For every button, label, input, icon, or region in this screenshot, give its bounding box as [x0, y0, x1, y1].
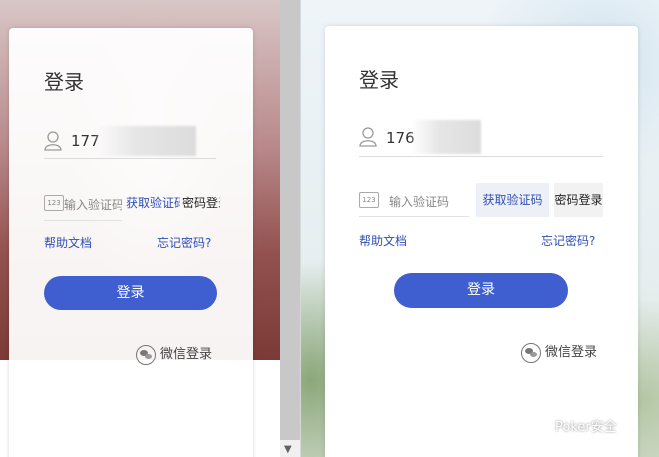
watermark-text: Poker安全	[555, 420, 617, 435]
code-input[interactable]: 123 输入验证码	[359, 184, 469, 217]
scrollbar-thumb[interactable]	[280, 0, 300, 440]
user-icon	[359, 127, 377, 147]
wechat-login[interactable]: 微信登录	[136, 343, 212, 365]
phone-field[interactable]: 176	[359, 120, 603, 157]
wechat-icon	[521, 342, 541, 363]
right-screenshot-pane: 登录 176 123 输入验证码 获取验证码 密码登录 帮助文档 忘记密码? 登…	[300, 0, 659, 457]
login-button[interactable]: 登录	[44, 276, 217, 310]
code-placeholder: 输入验证码	[389, 195, 450, 209]
login-button[interactable]: 登录	[394, 273, 568, 308]
forgot-password-link[interactable]: 忘记密码?	[157, 234, 211, 251]
wechat-icon	[136, 344, 156, 365]
password-login-button[interactable]: 密码登录	[182, 194, 220, 212]
redaction-blur	[96, 126, 196, 156]
wechat-watermark-icon	[533, 419, 551, 436]
forgot-password-link[interactable]: 忘记密码?	[541, 232, 595, 249]
keypad-icon: 123	[44, 195, 64, 211]
watermark: Poker安全	[533, 416, 617, 436]
vertical-scrollbar[interactable]: ▼	[280, 0, 300, 457]
login-card-right: 登录 176 123 输入验证码 获取验证码 密码登录 帮助文档 忘记密码? 登…	[325, 26, 638, 457]
phone-field[interactable]: 177	[44, 126, 216, 159]
help-docs-link[interactable]: 帮助文档	[359, 232, 407, 249]
wechat-login-label: 微信登录	[160, 347, 213, 362]
code-input[interactable]: 123 输入验证码	[44, 190, 122, 221]
get-code-button[interactable]: 获取验证码	[126, 194, 180, 212]
login-card-left: 登录 177 123 输入验证码 获取验证码 密码登录 帮助文档 忘记密码? 登…	[9, 28, 253, 457]
scroll-down-arrow-icon[interactable]: ▼	[284, 444, 292, 455]
get-code-button[interactable]: 获取验证码	[476, 183, 549, 217]
wechat-login-label: 微信登录	[545, 345, 598, 360]
help-docs-link[interactable]: 帮助文档	[44, 234, 92, 251]
left-screenshot-pane: ▼ 登录 177 123 输入验证码 获取验证码 密码登录 帮助文档 忘记密码?…	[0, 0, 300, 457]
code-placeholder: 输入验证码	[64, 198, 122, 212]
login-title: 登录	[44, 70, 84, 94]
redaction-blur	[411, 120, 481, 154]
keypad-icon: 123	[359, 192, 379, 208]
wechat-login[interactable]: 微信登录	[521, 341, 597, 363]
login-title: 登录	[359, 68, 399, 92]
user-icon	[44, 131, 62, 151]
password-login-button[interactable]: 密码登录	[554, 183, 603, 217]
